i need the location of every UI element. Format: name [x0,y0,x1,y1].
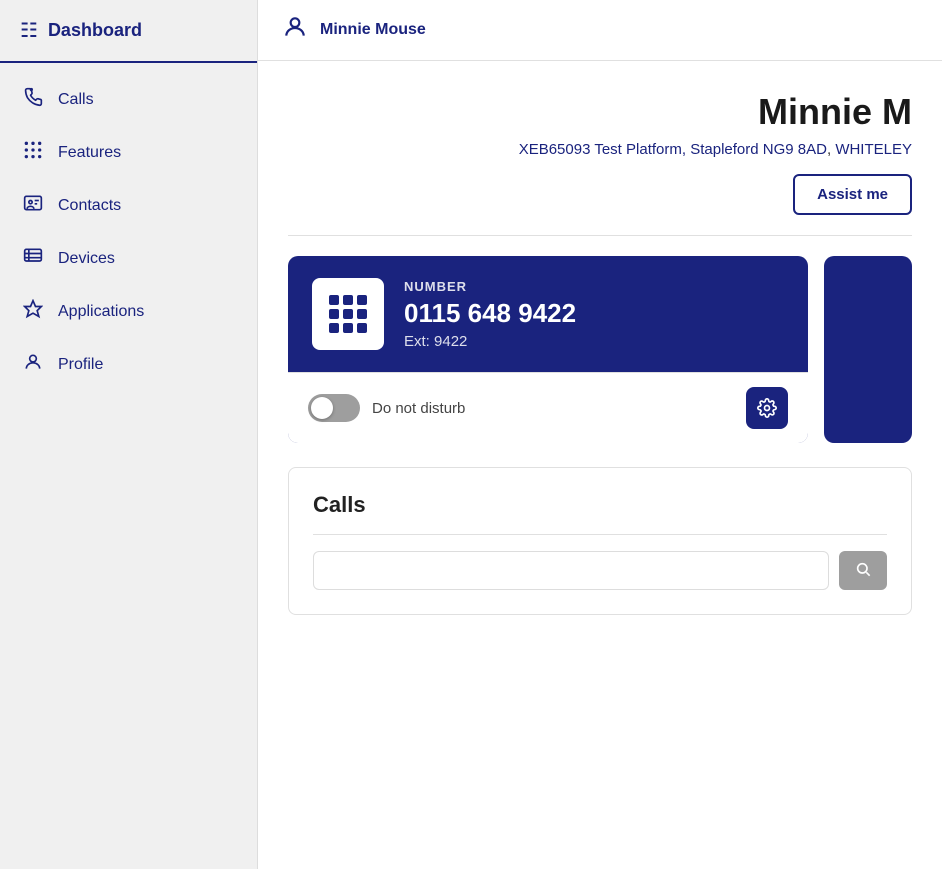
dialpad-dot [357,295,367,305]
number-card-top: NUMBER 0115 648 9422 Ext: 9422 [288,256,808,372]
number-card: NUMBER 0115 648 9422 Ext: 9422 Do not di… [288,256,808,443]
sidebar-header-label: Dashboard [48,20,142,41]
sidebar-profile-label: Profile [58,356,103,374]
platform-id: XEB65093 [519,141,591,158]
dashboard-icon: ☷ [20,18,38,43]
dialpad-dot [329,323,339,333]
dnd-label: Do not disturb [372,400,465,417]
dialpad-dot [357,323,367,333]
number-settings-button[interactable] [746,387,788,429]
calls-search-button[interactable] [839,551,887,590]
sidebar-item-calls[interactable]: Calls [0,73,257,126]
calls-title: Calls [313,492,887,518]
dialpad-dot [343,309,353,319]
calls-section: Calls [288,467,912,615]
sidebar-contacts-label: Contacts [58,197,121,215]
sidebar-features-label: Features [58,144,121,162]
number-label: NUMBER [404,279,576,294]
platform-name: Test Platform, Stapleford NG9 8AD [594,141,827,158]
topbar-user-icon [282,14,308,46]
dialpad-dot [329,295,339,305]
topbar: Minnie Mouse [258,0,942,61]
dnd-toggle[interactable] [308,394,360,422]
sidebar-item-profile[interactable]: Profile [0,338,257,391]
devices-icon [22,246,44,271]
calls-search-row [313,551,887,590]
platform-location: WHITELEY [835,141,912,158]
profile-icon [22,352,44,377]
sidebar-item-devices[interactable]: Devices [0,232,257,285]
applications-icon [22,299,44,324]
sidebar-devices-label: Devices [58,250,115,268]
profile-name: Minnie M [288,91,912,133]
calls-icon [22,87,44,112]
assist-button[interactable]: Assist me [793,174,912,215]
dialpad-dot [343,295,353,305]
profile-platform: XEB65093 Test Platform, Stapleford NG9 8… [288,141,912,158]
number-value: 0115 648 9422 [404,298,576,329]
sidebar: ☷ Dashboard Calls Features [0,0,258,869]
sidebar-item-contacts[interactable]: Contacts [0,179,257,232]
sidebar-applications-label: Applications [58,303,144,321]
sidebar-dashboard-link[interactable]: ☷ Dashboard [0,0,257,63]
contacts-icon [22,193,44,218]
toggle-knob [311,397,333,419]
number-card-bottom: Do not disturb [288,372,808,443]
number-card-info: NUMBER 0115 648 9422 Ext: 9422 [404,279,576,350]
features-icon [22,140,44,165]
sidebar-calls-label: Calls [58,91,94,109]
second-card [824,256,912,443]
number-card-dialpad-icon [312,278,384,350]
main-content: Minnie Mouse Minnie M XEB65093 Test Plat… [258,0,942,869]
dialpad-dot [329,309,339,319]
dnd-left: Do not disturb [308,394,465,422]
content-area: Minnie M XEB65093 Test Platform, Staplef… [258,61,942,869]
number-ext: Ext: 9422 [404,333,576,350]
cards-row: NUMBER 0115 648 9422 Ext: 9422 Do not di… [288,256,912,443]
sidebar-item-applications[interactable]: Applications [0,285,257,338]
topbar-username: Minnie Mouse [320,21,426,39]
dialpad-grid [329,295,367,333]
calls-search-input[interactable] [313,551,829,590]
dialpad-dot [343,323,353,333]
sidebar-item-features[interactable]: Features [0,126,257,179]
profile-section: Minnie M XEB65093 Test Platform, Staplef… [288,61,912,236]
calls-divider [313,534,887,535]
sidebar-nav: Calls Features [0,63,257,401]
dialpad-dot [357,309,367,319]
